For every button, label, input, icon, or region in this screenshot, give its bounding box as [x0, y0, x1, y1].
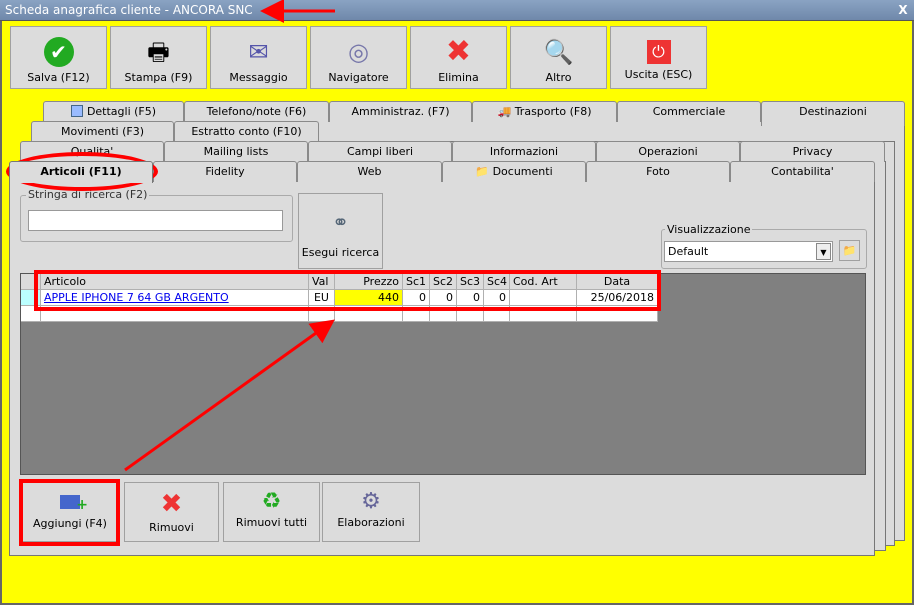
tab-label: Articoli (F11) — [40, 165, 122, 178]
tab-articoli[interactable]: Articoli (F11) — [9, 161, 153, 183]
arrow-to-grid — [124, 319, 335, 472]
annotation-arrows — [124, 0, 335, 472]
